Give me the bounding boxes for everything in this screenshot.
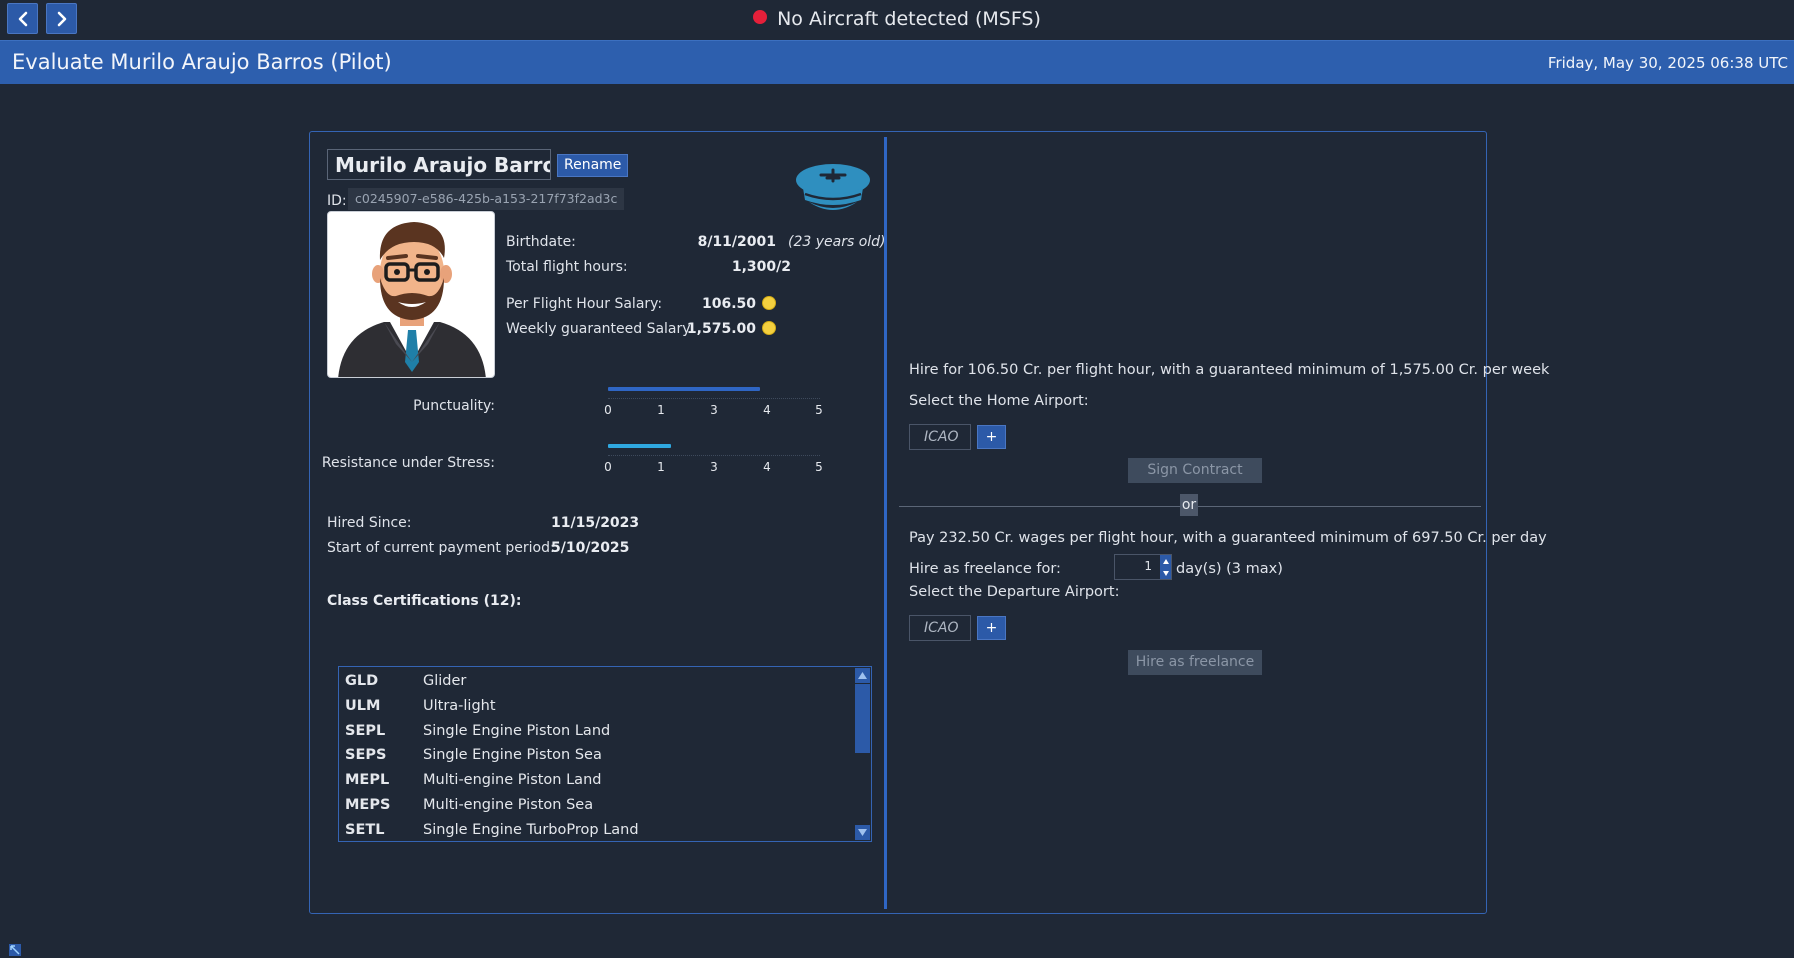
rating-tick-label: 5 <box>815 403 823 417</box>
or-separator-label: or <box>1180 494 1198 516</box>
payment-period-label: Start of current payment period: <box>327 540 555 556</box>
rating-tick-label: 3 <box>710 460 718 474</box>
cert-description: Single Engine Piston Sea <box>423 747 602 764</box>
status-dot-icon <box>753 10 768 24</box>
triangle-up-icon <box>858 672 867 679</box>
sign-contract-button[interactable]: Sign Contract <box>1128 458 1262 483</box>
departure-airport-label: Select the Departure Airport: <box>909 584 1120 600</box>
rating-track <box>608 395 820 399</box>
cert-description: Single Engine TurboProp Land <box>423 821 639 838</box>
credit-coin-icon <box>762 296 776 310</box>
hire-freelance-button[interactable]: Hire as freelance <box>1128 650 1262 675</box>
freelance-offer-text: Pay 232.50 Cr. wages per flight hour, wi… <box>909 530 1547 546</box>
pilot-avatar <box>327 211 495 378</box>
age-note: (23 years old) <box>788 234 886 250</box>
sim-status-text: No Aircraft detected (MSFS) <box>777 8 1041 30</box>
rating-tick-label: 3 <box>710 403 718 417</box>
cert-scrollbar[interactable] <box>854 667 871 841</box>
scroll-down-button[interactable] <box>855 825 870 840</box>
freelance-for-label: Hire as freelance for: <box>909 561 1061 577</box>
id-label: ID: <box>327 193 347 209</box>
punctuality-label: Punctuality: <box>413 398 495 414</box>
cert-description: Single Engine Piston Land <box>423 722 611 739</box>
rating-tick-label: 1 <box>657 403 665 417</box>
cert-description: Ultra-light <box>423 697 496 714</box>
add-departure-airport-button[interactable]: + <box>977 616 1006 640</box>
top-bar: No Aircraft detected (MSFS) <box>0 0 1794 40</box>
certifications-title: Class Certifications (12): <box>327 593 522 609</box>
scroll-up-button[interactable] <box>855 668 870 683</box>
cert-description: Multi-engine Piston Sea <box>423 797 594 813</box>
rating-tick-label: 4 <box>763 403 771 417</box>
cert-code: ULM <box>345 697 381 714</box>
birthdate-label: Birthdate: <box>506 234 576 250</box>
rating-fill-bar <box>608 444 671 448</box>
credit-coin-icon <box>762 321 776 335</box>
days-decrement-button[interactable] <box>1160 567 1171 579</box>
triangle-up-icon <box>1162 558 1169 564</box>
pilot-name-field[interactable]: Murilo Araujo Barros <box>327 149 551 180</box>
cert-code: SEPL <box>345 722 386 739</box>
departure-airport-icao-input[interactable]: ICAO <box>909 615 971 641</box>
scroll-thumb[interactable] <box>855 684 870 753</box>
stress-resistance-rating: 0 1 3 4 5 <box>604 444 823 474</box>
cert-code: SETL <box>345 821 385 838</box>
pilot-id-value: c0245907-e586-425b-a153-217f73f2ad3c <box>348 188 625 210</box>
pilot-cap-icon <box>796 164 870 210</box>
certifications-list[interactable]: GLD Glider ULM Ultra-light SEPL Single Engine… <box>338 666 872 842</box>
weekly-salary-value: 1,575.00 <box>686 321 756 337</box>
datetime: Friday, May 30, 2025 06:38 UTC <box>1547 54 1788 72</box>
cert-code: MEPL <box>345 772 390 789</box>
sim-status: No Aircraft detected (MSFS) <box>0 8 1794 30</box>
stress-resistance-label: Resistance under Stress: <box>321 455 495 471</box>
pilot-portrait-icon <box>338 222 486 377</box>
rating-tick-label: 0 <box>604 403 612 417</box>
birthdate-value: 8/11/2001 <box>697 234 776 250</box>
rating-track <box>608 452 820 456</box>
cert-code: MEPS <box>345 797 391 813</box>
cert-description: Glider <box>423 673 467 689</box>
rename-button[interactable]: Rename <box>557 154 629 177</box>
rating-fill-bar <box>608 387 760 391</box>
page-title: Evaluate Murilo Araujo Barros (Pilot) <box>12 50 392 74</box>
flight-hours-value: 1,300/2 <box>731 259 791 275</box>
triangle-down-icon <box>1162 570 1169 576</box>
rating-tick-label: 0 <box>604 460 612 474</box>
per-hour-salary-value: 106.50 <box>701 296 756 312</box>
per-hour-salary-label: Per Flight Hour Salary: <box>506 296 663 312</box>
add-home-airport-button[interactable]: + <box>977 425 1006 449</box>
title-bar: Evaluate Murilo Araujo Barros (Pilot) Fr… <box>0 40 1794 84</box>
payment-period-value: 5/10/2025 <box>551 540 630 556</box>
home-airport-label: Select the Home Airport: <box>909 393 1089 409</box>
rating-tick-label: 4 <box>763 460 771 474</box>
panel-divider <box>884 137 887 909</box>
hired-since-value: 11/15/2023 <box>551 515 640 531</box>
days-suffix: day(s) (3 max) <box>1176 561 1283 577</box>
rating-tick-label: 5 <box>815 460 823 474</box>
app-corner-icon[interactable] <box>9 944 21 956</box>
freelance-days-value[interactable]: 1 <box>1115 559 1152 573</box>
contract-offer-text: Hire for 106.50 Cr. per flight hour, wit… <box>909 362 1550 378</box>
cert-description: Multi-engine Piston Land <box>423 772 602 789</box>
days-increment-button[interactable] <box>1160 555 1171 567</box>
punctuality-rating: 0 1 3 4 5 <box>604 387 823 417</box>
freelance-days-stepper[interactable]: 1 <box>1114 554 1172 580</box>
triangle-down-icon <box>858 829 867 836</box>
flight-hours-label: Total flight hours: <box>506 259 628 275</box>
home-airport-icao-input[interactable]: ICAO <box>909 424 971 450</box>
cert-code: GLD <box>345 673 379 689</box>
cert-code: SEPS <box>345 747 387 764</box>
rating-tick-label: 1 <box>657 460 665 474</box>
hired-since-label: Hired Since: <box>327 515 412 531</box>
